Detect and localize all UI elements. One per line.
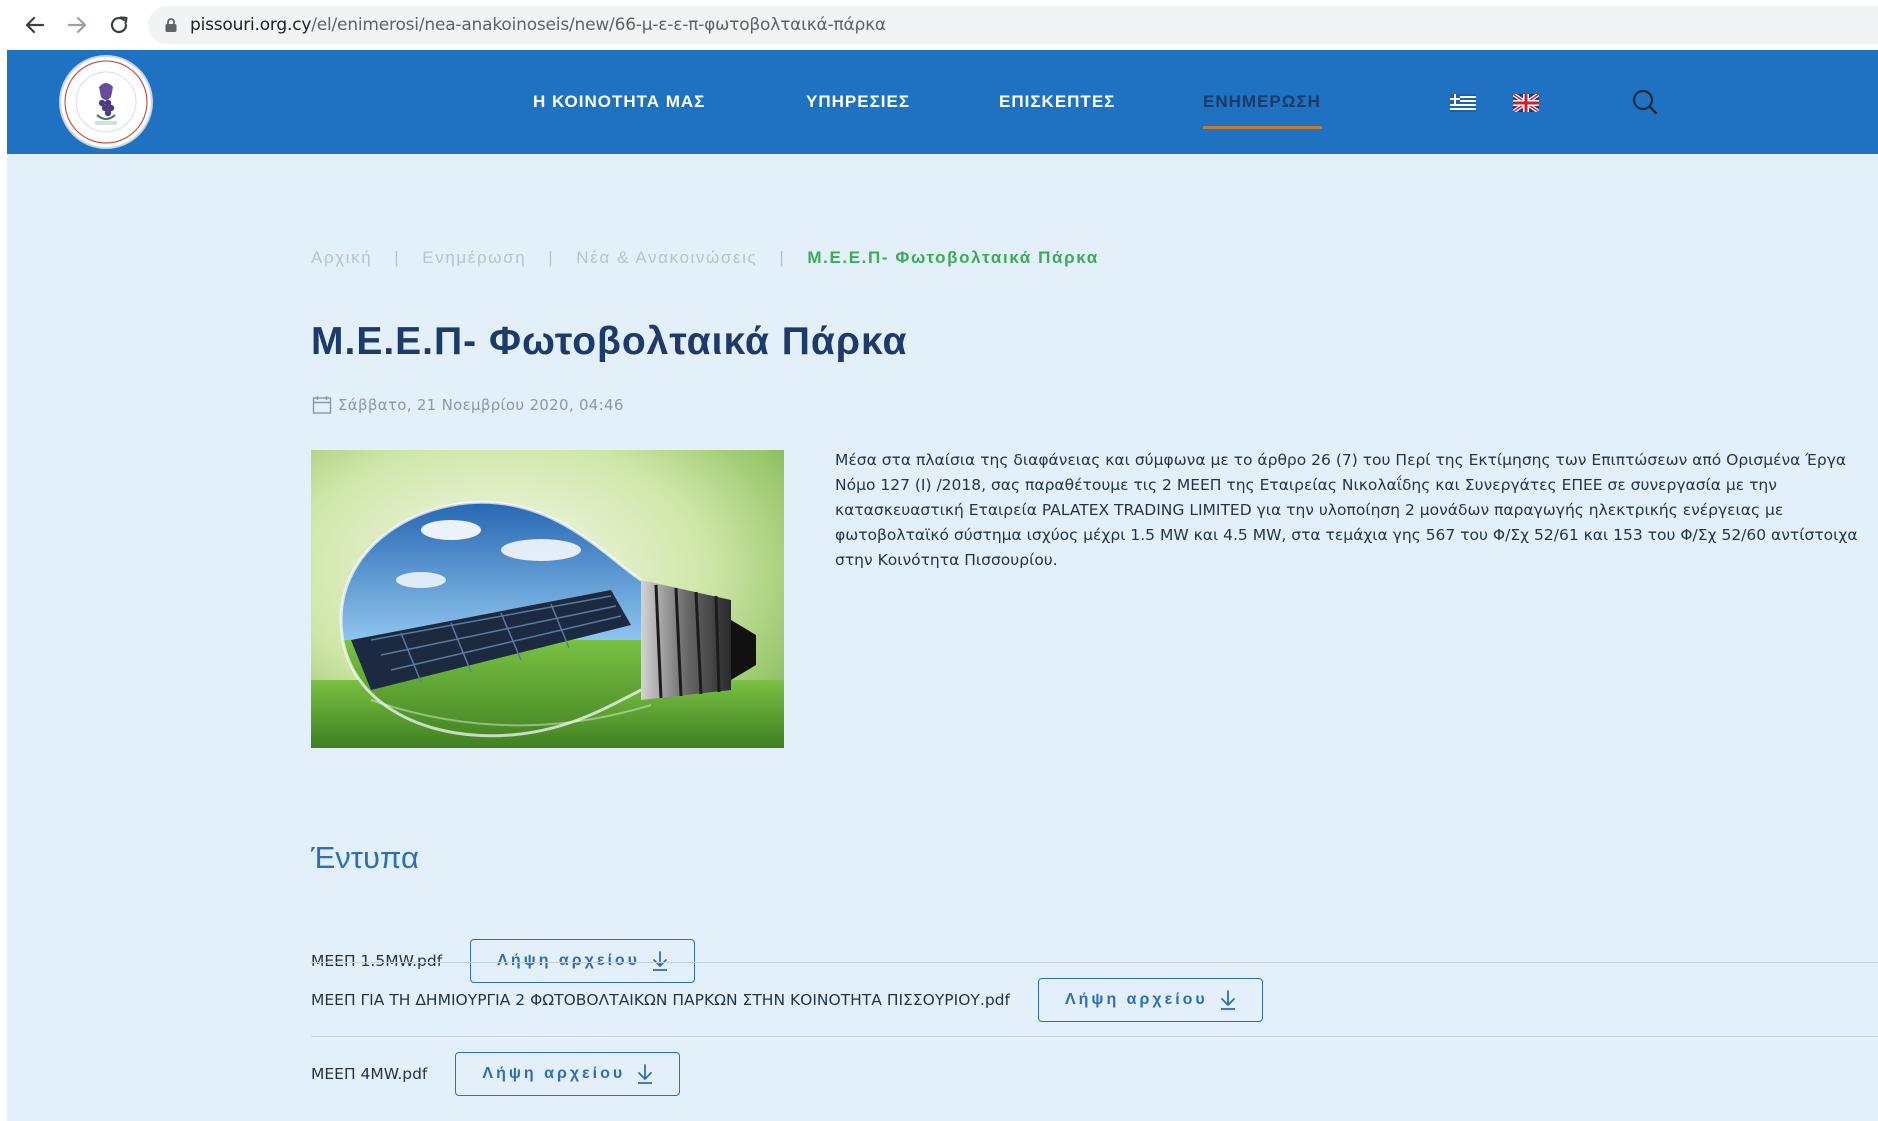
arrow-left-icon bbox=[25, 16, 45, 34]
breadcrumb: Αρχική | Ενημέρωση | Νέα & Ανακοινώσεις … bbox=[311, 248, 1099, 268]
uk-flag-icon[interactable] bbox=[1513, 94, 1539, 112]
address-bar[interactable]: pissouri.org.cy/el/enimerosi/nea-anakoin… bbox=[148, 6, 1878, 44]
arrow-right-icon bbox=[67, 16, 87, 34]
documents-title: Έντυπα bbox=[311, 840, 419, 875]
browser-toolbar: pissouri.org.cy/el/enimerosi/nea-anakoin… bbox=[0, 0, 1878, 50]
greek-flag-icon[interactable] bbox=[1450, 94, 1476, 112]
breadcrumb-news[interactable]: Ενημέρωση bbox=[422, 248, 526, 268]
community-council-logo[interactable] bbox=[59, 55, 153, 149]
breadcrumb-current: Μ.Ε.Ε.Π- Φωτοβολταικά Πάρκα bbox=[807, 248, 1099, 267]
site-header: Η ΚΟΙΝΟΤΗΤΑ ΜΑΣ ΥΠΗΡΕΣΙΕΣ ΕΠΙΣΚΕΠΤΕΣ ΕΝΗ… bbox=[7, 50, 1878, 154]
article-body: Μέσα στα πλαίσια της διαφάνειας και σύμφ… bbox=[835, 451, 1858, 569]
file-row: ΜΕΕΠ 4MW.pdf Λήψη αρχείου bbox=[311, 1036, 1878, 1111]
forward-button[interactable] bbox=[62, 10, 92, 40]
date-text: Σάββατο, 21 Νοεμβρίου 2020, 04:46 bbox=[338, 396, 624, 414]
reload-button[interactable] bbox=[104, 10, 134, 40]
lightbulb-solar-image bbox=[311, 450, 784, 748]
article-date: Σάββατο, 21 Νοεμβρίου 2020, 04:46 bbox=[312, 395, 624, 415]
article-image bbox=[311, 450, 784, 748]
download-button[interactable]: Λήψη αρχείου bbox=[1037, 978, 1263, 1022]
logo-emblem bbox=[64, 60, 148, 144]
breadcrumb-separator: | bbox=[394, 248, 401, 267]
page-title: Μ.Ε.Ε.Π- Φωτοβολταικά Πάρκα bbox=[311, 320, 908, 363]
download-arrow-icon bbox=[1220, 990, 1235, 1010]
file-row: ΜΕΕΠ ΓΙΑ ΤΗ ΔΗΜΙΟΥΡΓΙΑ 2 ΦΩΤΟΒΟΛΤΑΙΚΩΝ Π… bbox=[311, 962, 1878, 1037]
breadcrumb-home[interactable]: Αρχική bbox=[311, 248, 372, 268]
menu-our-community[interactable]: Η ΚΟΙΝΟΤΗΤΑ ΜΑΣ bbox=[533, 92, 705, 112]
page-content: Η ΚΟΙΝΟΤΗΤΑ ΜΑΣ ΥΠΗΡΕΣΙΕΣ ΕΠΙΣΚΕΠΤΕΣ ΕΝΗ… bbox=[7, 50, 1878, 1121]
breadcrumb-separator: | bbox=[548, 248, 555, 267]
calendar-icon bbox=[312, 396, 332, 414]
menu-services[interactable]: ΥΠΗΡΕΣΙΕΣ bbox=[806, 92, 910, 112]
search-icon[interactable] bbox=[1631, 88, 1659, 116]
url-path: /el/enimerosi/nea-anakoinoseis/new/66-μ-… bbox=[311, 15, 886, 35]
breadcrumb-announcements[interactable]: Νέα & Ανακοινώσεις bbox=[576, 248, 757, 268]
download-arrow-icon bbox=[638, 1064, 653, 1084]
lock-icon bbox=[165, 18, 177, 32]
active-menu-underline bbox=[1203, 126, 1322, 129]
download-label: Λήψη αρχείου bbox=[1064, 991, 1208, 1008]
back-button[interactable] bbox=[20, 10, 50, 40]
download-label: Λήψη αρχείου bbox=[482, 1065, 626, 1082]
menu-news[interactable]: ΕΝΗΜΕΡΩΣΗ bbox=[1203, 92, 1321, 112]
breadcrumb-separator: | bbox=[779, 248, 786, 267]
url-host: pissouri.org.cy bbox=[190, 15, 312, 35]
file-name: ΜΕΕΠ 4MW.pdf bbox=[311, 1065, 428, 1083]
reload-icon bbox=[110, 16, 128, 34]
file-name: ΜΕΕΠ ΓΙΑ ΤΗ ΔΗΜΙΟΥΡΓΙΑ 2 ΦΩΤΟΒΟΛΤΑΙΚΩΝ Π… bbox=[311, 991, 1010, 1009]
menu-visitors[interactable]: ΕΠΙΣΚΕΠΤΕΣ bbox=[999, 92, 1115, 112]
download-button[interactable]: Λήψη αρχείου bbox=[455, 1052, 681, 1096]
url-text: pissouri.org.cy/el/enimerosi/nea-anakoin… bbox=[190, 15, 886, 35]
